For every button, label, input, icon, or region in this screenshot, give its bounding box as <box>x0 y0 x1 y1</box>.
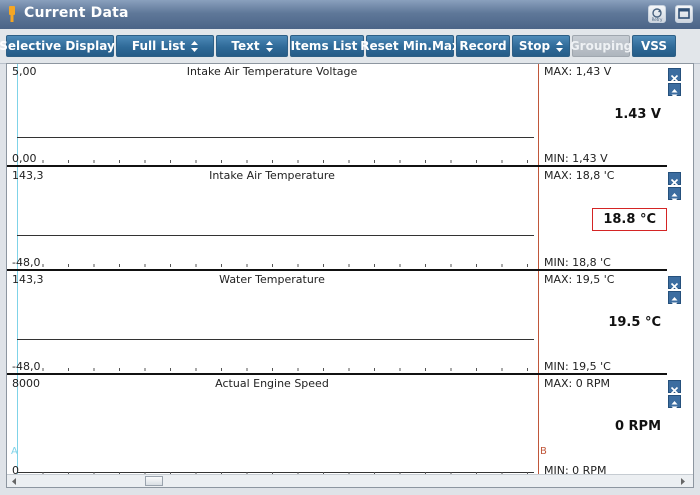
maximize-button[interactable] <box>675 5 693 23</box>
graph-value-line <box>17 137 534 138</box>
scroll-right-icon[interactable] <box>679 477 687 486</box>
graph-current-value: 19.5 °C <box>608 315 661 330</box>
resize-graph-button[interactable] <box>668 395 681 410</box>
graph-min-label: MIN: 19,5 'C <box>544 360 611 373</box>
graph-value-line <box>17 235 534 236</box>
updown-arrow-icon <box>191 40 199 52</box>
graph-title: Intake Air Temperature <box>209 169 335 182</box>
resize-graph-button[interactable] <box>668 83 681 98</box>
reset-min-max-button[interactable]: Reset Min.Max <box>360 35 460 57</box>
stop-label: Stop <box>518 39 551 53</box>
grouping-button[interactable]: Grouping <box>569 35 633 57</box>
graph-title: Actual Engine Speed <box>215 377 329 390</box>
full-list-dropdown[interactable]: Full List <box>116 35 214 57</box>
text-label: Text <box>231 39 260 53</box>
graph-row: 143,3 Intake Air Temperature -48,0 MAX: 18,… <box>7 168 693 272</box>
graph-separator <box>7 165 667 167</box>
graph-panel: 5,00 Intake Air Temperature Voltage 0,00 MA… <box>6 63 694 488</box>
graph-separator <box>7 269 667 271</box>
close-graph-button[interactable] <box>668 380 681 395</box>
updown-arrow-icon <box>556 40 564 52</box>
graph-row: 143,3 Water Temperature -48,0 MAX: 19,5 'C M… <box>7 272 693 376</box>
scroll-left-icon[interactable] <box>10 477 18 486</box>
window-title: Current Data <box>24 5 129 21</box>
cursor-a-label: A <box>11 446 18 457</box>
items-list-label: Items List <box>290 39 358 53</box>
graph-current-value: 1.43 V <box>614 107 661 122</box>
horizontal-scrollbar[interactable] <box>7 474 693 487</box>
updown-arrow-icon <box>671 297 678 306</box>
graph-min-label: MIN: 18,8 'C <box>544 256 611 269</box>
graph-current-value: 0 RPM <box>614 419 661 434</box>
graph-row: 8000 Actual Engine Speed 0 MAX: 0 RPM MIN: 0… <box>7 376 693 480</box>
graph-max-label: MAX: 0 RPM <box>544 377 611 390</box>
sensor-icon <box>9 6 15 22</box>
graph-max-label: MAX: 18,8 'C <box>544 169 615 182</box>
selective-display-dropdown[interactable]: Selective Display <box>0 35 115 57</box>
current-data-window: Current Data Retry Selective Display Ful… <box>0 0 700 495</box>
record-label: Record <box>459 39 507 53</box>
graph-title: Water Temperature <box>219 273 325 286</box>
graph-current-value: 18.8 °C <box>592 208 667 231</box>
record-button[interactable]: Record <box>456 35 510 57</box>
updown-arrow-icon <box>671 401 678 410</box>
updown-arrow-icon <box>265 40 273 52</box>
graph-max-label: MAX: 1,43 V <box>544 65 612 78</box>
text-dropdown[interactable]: Text <box>216 35 288 57</box>
close-graph-button[interactable] <box>668 68 681 83</box>
window-icon <box>678 8 690 19</box>
updown-arrow-icon <box>671 89 678 98</box>
vss-label: VSS <box>640 39 668 53</box>
graph-value-line <box>17 339 534 340</box>
title-bar: Current Data Retry <box>0 0 700 30</box>
resize-graph-button[interactable] <box>668 291 681 306</box>
svg-text:Retry: Retry <box>652 17 663 22</box>
selective-display-label: Selective Display <box>0 39 115 53</box>
stop-dropdown[interactable]: Stop <box>512 35 570 57</box>
toolbar: Selective Display Full List Text Items L… <box>0 29 700 64</box>
scrollbar-thumb[interactable] <box>145 476 163 486</box>
vss-button[interactable]: VSS <box>632 35 676 57</box>
reset-label: Reset Min.Max <box>360 39 460 53</box>
retry-icon: Retry <box>652 8 663 22</box>
close-graph-button[interactable] <box>668 172 681 187</box>
full-list-label: Full List <box>131 39 186 53</box>
close-graph-button[interactable] <box>668 276 681 291</box>
updown-arrow-icon <box>671 193 678 202</box>
resize-graph-button[interactable] <box>668 187 681 202</box>
graph-separator <box>7 373 667 375</box>
graph-min-label: MIN: 1,43 V <box>544 152 608 165</box>
retry-button[interactable]: Retry <box>648 5 666 23</box>
items-list-dropdown[interactable]: Items List <box>290 35 364 57</box>
graph-max-label: MAX: 19,5 'C <box>544 273 615 286</box>
graph-row: 5,00 Intake Air Temperature Voltage 0,00 MA… <box>7 64 693 168</box>
graph-title: Intake Air Temperature Voltage <box>186 65 358 78</box>
grouping-label: Grouping <box>569 39 633 53</box>
cursor-b-label: B <box>540 446 547 457</box>
